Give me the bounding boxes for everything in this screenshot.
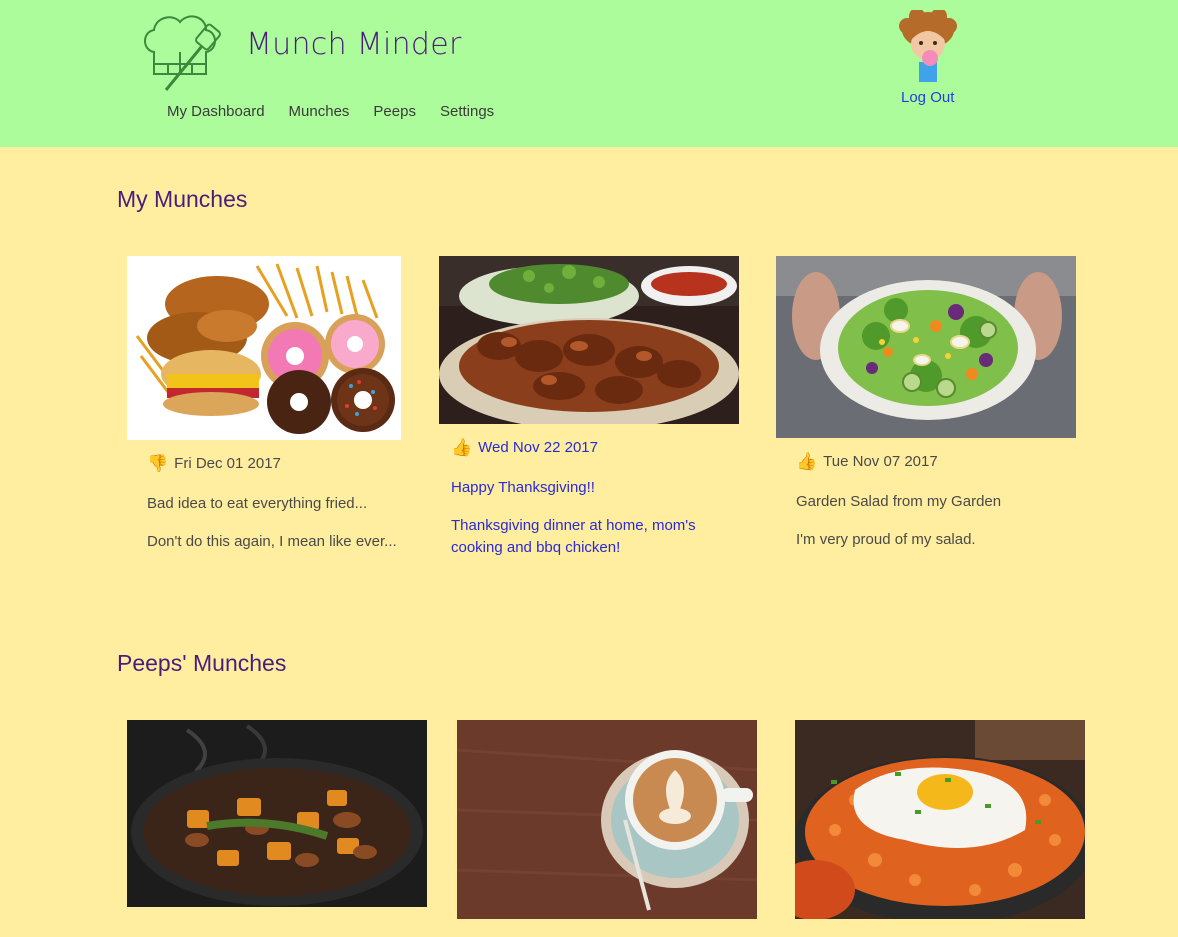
pan-stir-fry-photo[interactable] [127,720,427,907]
nav-my-dashboard[interactable]: My Dashboard [167,103,265,120]
munch-meta: 👎 Fri Dec 01 2017 [147,455,281,472]
garden-salad-photo[interactable] [776,256,1076,438]
munch-date: Fri Dec 01 2017 [174,455,281,472]
latte-art-photo[interactable] [457,720,757,919]
fried-food-photo[interactable] [127,256,401,440]
munch-title: Bad idea to eat everything fried... [147,495,368,512]
munch-meta: 👍 Wed Nov 22 2017 [451,439,598,456]
thumbs-up-icon[interactable]: 👍 [796,453,817,470]
app-title[interactable]: Munch Minder [246,27,462,62]
munch-description: Don't do this again, I mean like ever... [147,533,397,550]
thumbs-down-icon[interactable]: 👎 [147,455,168,472]
munch-title[interactable]: Happy Thanksgiving!! [451,477,741,499]
bbq-chicken-photo[interactable] [439,256,739,424]
chef-hat-spatula-logo-icon[interactable] [140,12,236,96]
logout-link[interactable]: Log Out [901,89,954,106]
top-header: Munch Minder My Dashboard Munches Peeps … [0,0,1178,147]
munch-date: Tue Nov 07 2017 [823,453,938,470]
nav-settings[interactable]: Settings [440,103,494,120]
nav-munches[interactable]: Munches [289,103,350,120]
peeps-munches-heading: Peeps' Munches [117,650,287,676]
munch-description: I'm very proud of my salad. [796,531,976,548]
user-avatar-icon[interactable] [897,10,959,82]
nav-peeps[interactable]: Peeps [373,103,416,120]
munch-date[interactable]: Wed Nov 22 2017 [478,439,598,456]
kimchi-fried-rice-photo[interactable] [795,720,1085,919]
main-nav: My Dashboard Munches Peeps Settings [167,103,494,120]
munch-meta: 👍 Tue Nov 07 2017 [796,453,938,470]
munch-title: Garden Salad from my Garden [796,493,1002,510]
my-munches-heading: My Munches [117,186,248,212]
thumbs-up-icon[interactable]: 👍 [451,439,472,456]
munch-description[interactable]: Thanksgiving dinner at home, mom's cooki… [451,515,741,559]
